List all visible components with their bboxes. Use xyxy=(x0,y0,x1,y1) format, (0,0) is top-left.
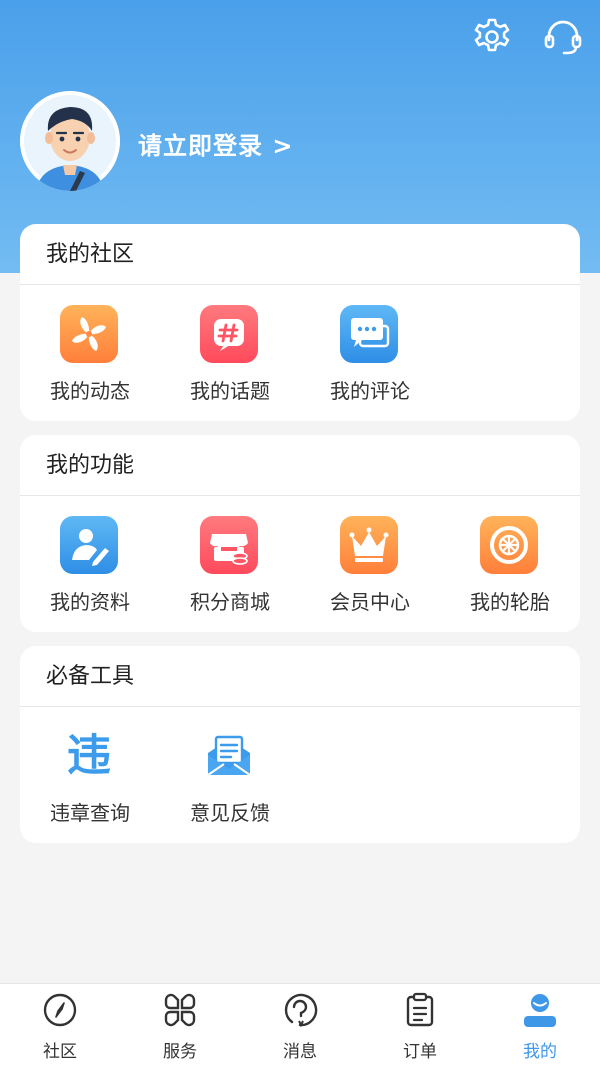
crown-icon xyxy=(340,516,398,574)
message-icon xyxy=(284,993,318,1028)
tab-community[interactable]: 社区 xyxy=(0,984,120,1068)
violation-icon: 违 xyxy=(67,730,111,781)
my-posts-item[interactable]: 我的动态 xyxy=(20,285,160,421)
community-card: 我的社区 我的动态 我的话题 我的评论 xyxy=(20,224,580,421)
order-clipboard-icon xyxy=(406,992,434,1027)
bottom-tab-bar: 社区 服务 消息 订单 我的 xyxy=(0,983,600,1068)
profile-edit-icon xyxy=(60,516,118,574)
user-avatar-illustration xyxy=(20,91,120,191)
tab-label: 社区 xyxy=(43,1042,77,1062)
tab-label: 订单 xyxy=(403,1042,437,1062)
hashtag-icon xyxy=(200,305,258,363)
gear-icon xyxy=(474,18,510,52)
violation-query-item[interactable]: 违 违章查询 xyxy=(20,707,160,843)
user-icon xyxy=(524,994,556,1027)
my-profile-item[interactable]: 我的资料 xyxy=(20,496,160,632)
tab-messages[interactable]: 消息 xyxy=(240,984,360,1068)
compass-icon xyxy=(43,993,77,1027)
store-icon xyxy=(200,516,258,574)
feedback-mail-icon xyxy=(200,727,258,785)
login-link[interactable]: 请立即登录 > xyxy=(138,126,293,161)
settings-button[interactable] xyxy=(471,16,513,58)
tab-label: 消息 xyxy=(283,1042,317,1062)
my-comments-item[interactable]: 我的评论 xyxy=(300,285,440,421)
tire-icon xyxy=(480,516,538,574)
item-label: 会员中心 xyxy=(330,590,410,614)
item-label: 我的资料 xyxy=(50,590,130,614)
avatar[interactable] xyxy=(20,91,120,191)
feedback-item[interactable]: 意见反馈 xyxy=(160,707,300,843)
item-label: 我的评论 xyxy=(330,379,410,403)
item-label: 我的动态 xyxy=(50,379,130,403)
pinwheel-icon xyxy=(60,305,118,363)
my-topics-item[interactable]: 我的话题 xyxy=(160,285,300,421)
tools-card: 必备工具 违 违章查询 意见反馈 xyxy=(20,646,580,843)
item-label: 积分商城 xyxy=(190,590,270,614)
my-tires-item[interactable]: 我的轮胎 xyxy=(440,496,580,632)
tab-services[interactable]: 服务 xyxy=(120,984,240,1068)
item-label: 我的轮胎 xyxy=(470,590,550,614)
tab-mine[interactable]: 我的 xyxy=(480,984,600,1068)
grid-icon xyxy=(164,993,196,1027)
tab-label: 服务 xyxy=(163,1042,197,1062)
tab-label: 我的 xyxy=(523,1042,557,1062)
member-center-item[interactable]: 会员中心 xyxy=(300,496,440,632)
item-label: 违章查询 xyxy=(50,801,130,825)
comment-icon xyxy=(340,305,398,363)
item-label: 我的话题 xyxy=(190,379,270,403)
section-title: 必备工具 xyxy=(20,646,580,707)
customer-service-button[interactable] xyxy=(542,16,584,58)
tab-orders[interactable]: 订单 xyxy=(360,984,480,1068)
section-title: 我的功能 xyxy=(20,435,580,496)
item-label: 意见反馈 xyxy=(190,801,270,825)
headset-icon xyxy=(544,20,582,55)
points-mall-item[interactable]: 积分商城 xyxy=(160,496,300,632)
features-card: 我的功能 我的资料 积分商城 会员中心 我的轮胎 xyxy=(20,435,580,632)
section-title: 我的社区 xyxy=(20,224,580,285)
